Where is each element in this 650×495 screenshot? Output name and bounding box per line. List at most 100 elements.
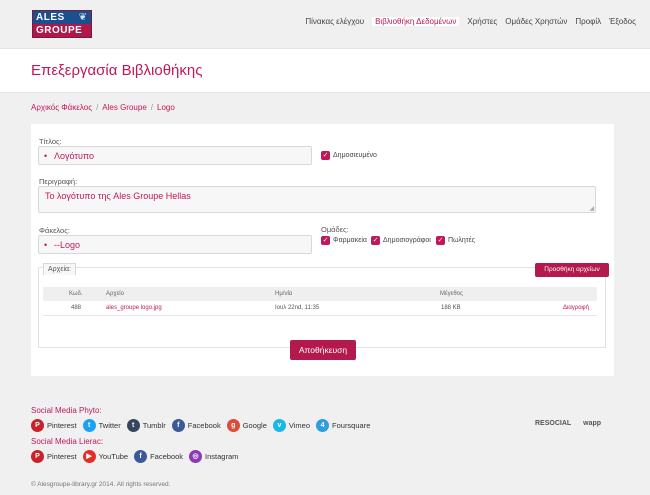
page-title: Επεξεργασία Βιβλιοθήκης <box>31 62 203 79</box>
description-value: Το λογότυπο της Ales Groupe Hellas <box>45 191 191 201</box>
pinterest-icon: P <box>31 419 44 432</box>
social-label: YouTube <box>98 452 129 461</box>
resocial-logo[interactable]: RESOCIAL <box>535 420 571 427</box>
phyto-google-link[interactable]: g Google <box>226 419 267 432</box>
logo-text-bottom: GROUPE <box>33 24 91 37</box>
vimeo-icon: v <box>272 419 286 432</box>
phyto-social-title: Social Media Phyto: <box>31 406 102 415</box>
phyto-pinterest-link[interactable]: P Pinterest <box>31 419 77 432</box>
group-label: Φαρμακεία <box>333 237 367 244</box>
group-label: Δημοσιογράφοι <box>383 237 431 244</box>
twitter-icon: t <box>82 419 96 432</box>
breadcrumb-separator: / <box>150 103 153 112</box>
phyto-twitter-link[interactable]: t Twitter <box>82 419 121 432</box>
social-label: Facebook <box>150 452 184 461</box>
phyto-social-row: P Pinterest t Twitter t Tumblr f Facebook gG… <box>31 419 370 432</box>
folder-label: Φάκελος: <box>39 226 70 235</box>
partner-logos: RESOCIAL wapp <box>535 420 601 427</box>
facebook-icon: f <box>171 419 185 432</box>
social-label: Twitter <box>98 421 121 430</box>
nav-profile[interactable]: Προφίλ <box>575 17 601 26</box>
description-textarea[interactable]: Το λογότυπο της Ales Groupe Hellas ◢ <box>38 186 596 213</box>
phyto-facebook-link[interactable]: f Facebook <box>171 419 221 432</box>
required-marker: • <box>44 151 48 161</box>
file-size: 188 KB <box>441 305 461 311</box>
social-label: Vimeo <box>288 421 311 430</box>
published-label: Δημοσιευμένο <box>333 152 377 159</box>
breadcrumb-separator: / <box>96 103 99 112</box>
phyto-foursquare-link[interactable]: 4 Foursquare <box>316 419 370 432</box>
nav-library[interactable]: Βιβλιοθήκη Δεδομένων <box>372 17 460 26</box>
nav-users[interactable]: Χρήστες <box>467 17 497 26</box>
google-icon: g <box>226 419 240 432</box>
col-id: Κωδ. <box>69 291 83 297</box>
top-bar: ALES GROUPE ❦ Πίνακας ελέγχου Βιβλιοθήκη… <box>0 0 650 48</box>
delete-file-link[interactable]: Διαγραφή <box>563 305 589 311</box>
folder-value: --Logo <box>54 240 81 250</box>
lierac-pinterest-link[interactable]: P Pinterest <box>31 450 77 463</box>
ales-groupe-logo[interactable]: ALES GROUPE ❦ <box>32 10 92 38</box>
resize-handle-icon[interactable]: ◢ <box>589 206 594 212</box>
published-checkbox[interactable]: ✓ Δημοσιευμένο <box>321 151 377 160</box>
nav-dashboard[interactable]: Πίνακας ελέγχου <box>305 17 364 26</box>
foursquare-icon: 4 <box>316 419 330 432</box>
breadcrumb-logo[interactable]: Logo <box>157 103 175 112</box>
social-label: Tumblr <box>142 421 166 430</box>
pinterest-icon: P <box>31 450 44 463</box>
breadcrumb-ales-groupe[interactable]: Ales Groupe <box>102 103 146 112</box>
social-label: Instagram <box>205 452 239 461</box>
col-date: Ημ/νία <box>275 291 293 297</box>
table-row: 488 ales_groupe logo.jpg Ιουλ 22nd, 11:3… <box>43 301 597 316</box>
file-link[interactable]: ales_groupe logo.jpg <box>106 305 162 311</box>
phyto-vimeo-link[interactable]: v Vimeo <box>272 419 311 432</box>
social-label: Foursquare <box>332 421 371 430</box>
group-sales-checkbox[interactable]: ✓ Πωλητές <box>436 236 475 245</box>
phyto-tumblr-link[interactable]: t Tumblr <box>126 419 166 432</box>
lierac-facebook-link[interactable]: f Facebook <box>134 450 183 463</box>
tumblr-icon: t <box>126 419 140 432</box>
title-field[interactable]: • Λογότυπο <box>38 146 312 165</box>
checkbox-checked-icon: ✓ <box>321 151 330 160</box>
footer-copyright: © Alesgroupe-library.gr 2014. All rights… <box>31 481 171 488</box>
instagram-icon: ◎ <box>189 450 203 463</box>
file-date: Ιουλ 22nd, 11:35 <box>275 305 320 311</box>
lierac-instagram-link[interactable]: ◎ Instagram <box>189 450 238 463</box>
group-journalists-checkbox[interactable]: ✓ Δημοσιογράφοι <box>371 236 431 245</box>
lierac-social-title: Social Media Lierac: <box>31 437 104 446</box>
checkbox-checked-icon: ✓ <box>436 236 445 245</box>
files-tab: Αρχεία: <box>43 263 76 275</box>
nav-user-groups[interactable]: Ομάδες Χρηστών <box>505 17 567 26</box>
groups-label: Ομάδες: <box>321 225 349 234</box>
group-pharmacies-checkbox[interactable]: ✓ Φαρμακεία <box>321 236 367 245</box>
leaf-icon: ❦ <box>78 12 87 23</box>
title-bar: Επεξεργασία Βιβλιοθήκης <box>0 48 650 93</box>
wapp-logo[interactable]: wapp <box>583 420 601 427</box>
lierac-youtube-link[interactable]: ▶ YouTube <box>82 450 129 463</box>
add-files-button[interactable]: Προσθήκη αρχείων <box>535 263 609 277</box>
group-label: Πωλητές <box>448 237 476 244</box>
social-label: Google <box>242 421 267 430</box>
col-size: Μέγεθος <box>440 291 463 297</box>
social-label: Pinterest <box>47 452 77 461</box>
facebook-icon: f <box>134 450 148 463</box>
description-label: Περιγραφή: <box>39 177 78 186</box>
checkbox-checked-icon: ✓ <box>321 236 330 245</box>
breadcrumb-home[interactable]: Αρχικός Φάκελος <box>31 103 92 112</box>
main-nav: Πίνακας ελέγχου Βιβλιοθήκη Δεδομένων Χρή… <box>305 17 636 26</box>
social-label: Facebook <box>187 421 221 430</box>
youtube-icon: ▶ <box>82 450 96 463</box>
files-table-header: Κωδ. Αρχείο Ημ/νία Μέγεθος <box>43 287 597 301</box>
checkbox-checked-icon: ✓ <box>371 236 380 245</box>
edit-panel: Τίτλος: • Λογότυπο ✓ Δημοσιευμένο Περιγρ… <box>31 124 614 376</box>
lierac-social-row: P Pinterest ▶ YouTube f Facebook ◎ Instagram <box>31 450 238 463</box>
folder-select[interactable]: • --Logo <box>38 235 312 254</box>
title-value: Λογότυπο <box>54 151 94 161</box>
title-label: Τίτλος: <box>39 137 62 146</box>
breadcrumb: Αρχικός Φάκελος / Ales Groupe / Logo <box>31 103 175 112</box>
save-button[interactable]: Αποθήκευση <box>290 340 356 360</box>
nav-logout[interactable]: Έξοδος <box>609 17 636 26</box>
social-label: Pinterest <box>47 421 77 430</box>
required-marker: • <box>44 240 48 250</box>
file-id: 488 <box>71 305 82 311</box>
col-file: Αρχείο <box>106 291 124 297</box>
